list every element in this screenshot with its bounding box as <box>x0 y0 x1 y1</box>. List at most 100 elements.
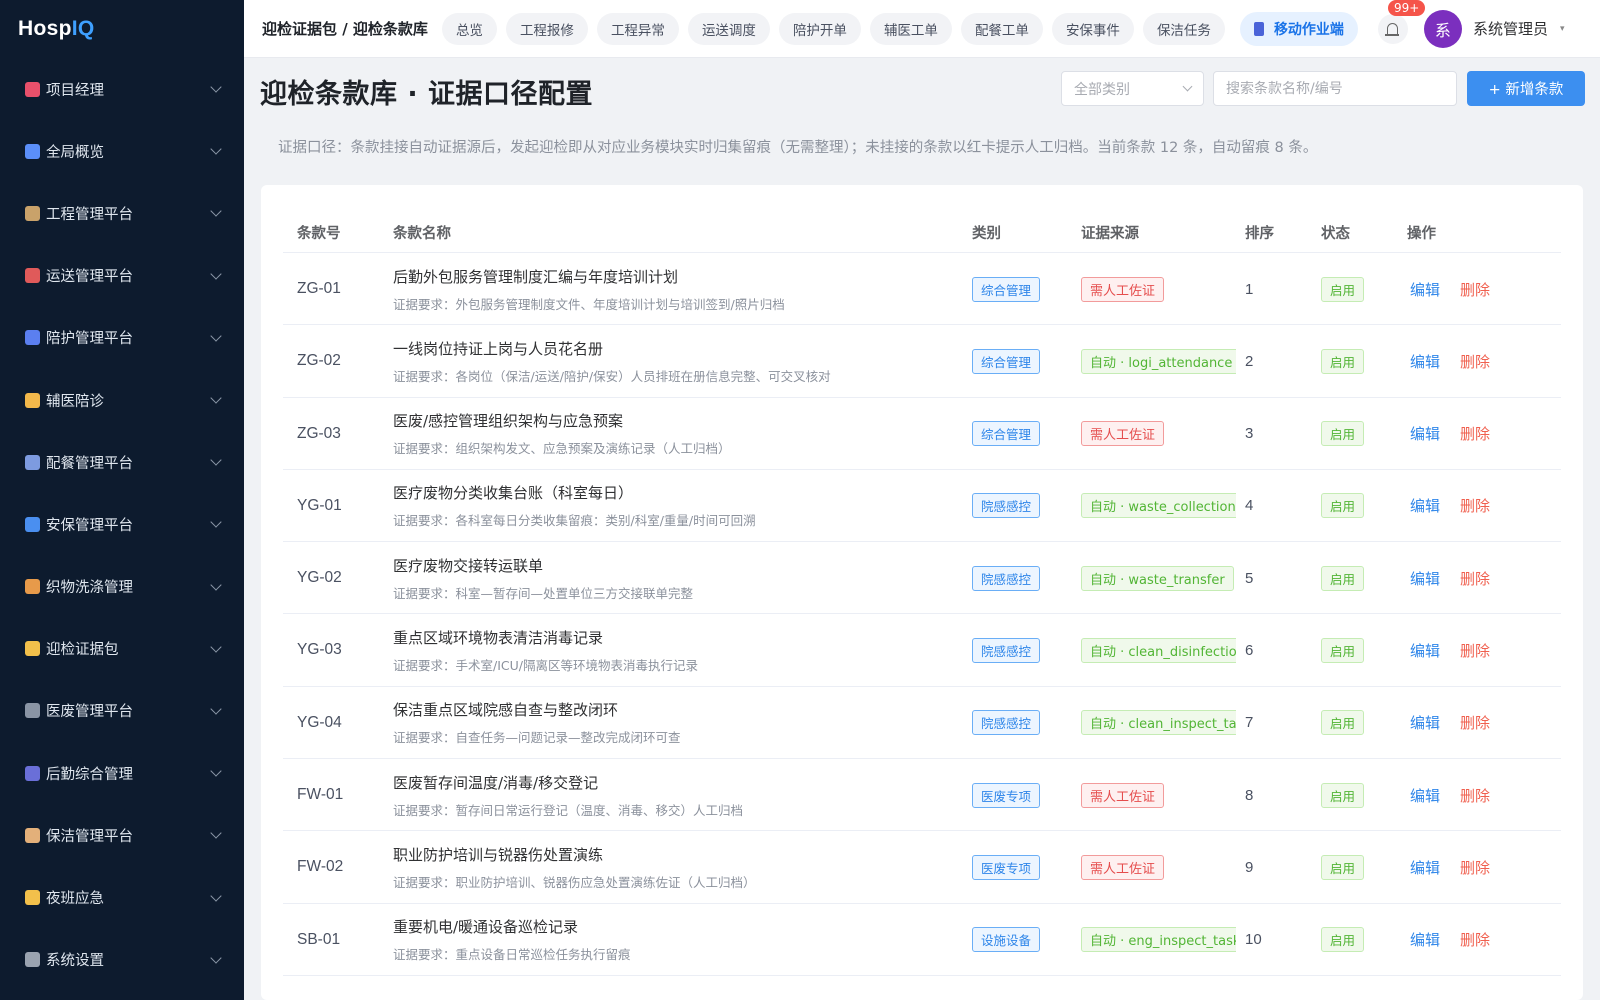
clause-name-cell: 医废暂存间温度/消毒/移交登记 证据要求：暂存间日常运行登记（温度、消毒、移交）人… <box>393 759 743 831</box>
chevron-down-icon <box>210 454 222 466</box>
status-badge[interactable]: 启用 <box>1321 276 1365 302</box>
edit-button[interactable]: 编辑 <box>1410 904 1440 976</box>
sort-order: 5 <box>1245 569 1254 587</box>
header-tab[interactable]: 工程异常 <box>596 12 679 45</box>
sidebar-item[interactable]: 配餐管理平台 <box>0 431 244 493</box>
status-badge[interactable]: 启用 <box>1321 710 1365 736</box>
chevron-down-icon <box>210 827 222 840</box>
sidebar-item[interactable]: 项目经理 <box>0 58 244 120</box>
source-cell: 自动 · clean_inspect_task <box>1081 687 1236 759</box>
table-body: ZG-01 后勤外包服务管理制度汇编与年度培训计划 证据要求：外包服务管理制度文件、… <box>283 253 1561 1000</box>
header-tab[interactable]: 总览 <box>441 12 497 45</box>
status-cell: 启用 <box>1321 759 1365 831</box>
clause-code: FW-01 <box>297 786 344 804</box>
header-tab[interactable]: 安保事件 <box>1051 12 1134 45</box>
category-cell: 院感感控 <box>972 687 1041 759</box>
gear-icon <box>25 952 40 968</box>
sidebar-item[interactable]: 安保管理平台 <box>0 493 244 555</box>
status-badge[interactable]: 启用 <box>1321 637 1365 663</box>
search-input[interactable] <box>1213 71 1457 106</box>
header-tab[interactable]: 辅医工单 <box>869 12 952 45</box>
sidebar-item[interactable]: 织物洗涤管理 <box>0 556 244 618</box>
edit-button[interactable]: 编辑 <box>1410 687 1440 759</box>
app-logo[interactable]: Hosp IQ <box>0 0 244 58</box>
user-menu-caret-icon[interactable]: ▾ <box>1560 24 1565 34</box>
status-badge[interactable]: 启用 <box>1321 493 1365 519</box>
sidebar-item[interactable]: 夜班应急 <box>0 866 244 928</box>
sidebar-item[interactable]: 医废管理平台 <box>0 680 244 742</box>
delete-button[interactable]: 删除 <box>1460 614 1490 686</box>
delete-button[interactable]: 删除 <box>1460 831 1490 903</box>
sidebar-item[interactable]: 陪护管理平台 <box>0 307 244 369</box>
source-cell: 自动 · logi_attendance <box>1081 325 1236 397</box>
edit-button[interactable]: 编辑 <box>1410 759 1440 831</box>
sidebar-item-label: 医废管理平台 <box>46 704 133 721</box>
source-cell: 需人工佐证 <box>1081 759 1236 831</box>
avatar[interactable]: 系 <box>1423 9 1462 48</box>
delete-button[interactable]: 删除 <box>1460 904 1490 976</box>
edit-button[interactable]: 编辑 <box>1410 831 1440 903</box>
sidebar-item-label: 夜班应急 <box>46 891 104 908</box>
chevron-down-icon <box>210 952 222 964</box>
header-tab[interactable]: 保洁任务 <box>1142 12 1225 45</box>
edit-button[interactable]: 编辑 <box>1410 542 1440 614</box>
clause-name: 职业防护培训与锐器伤处置演练 <box>393 845 604 864</box>
status-badge[interactable]: 启用 <box>1321 854 1365 880</box>
delete-button[interactable]: 删除 <box>1460 253 1490 325</box>
table-row: 维修工单闭环时效佐证 <box>283 976 1561 1000</box>
delete-button[interactable]: 删除 <box>1460 325 1490 397</box>
notification-button[interactable]: 99+ <box>1377 0 1426 44</box>
add-clause-button[interactable]: + 新增条款 <box>1467 71 1585 106</box>
clause-name-cell: 重要机电/暖通设备巡检记录 证据要求：重点设备日常巡检任务执行留痕 <box>393 904 631 976</box>
mobile-workspace-button[interactable]: 移动作业端 <box>1239 11 1358 46</box>
clause-name: 医疗废物交接转运联单 <box>393 556 544 575</box>
edit-button[interactable]: 编辑 <box>1410 470 1440 542</box>
sidebar-item[interactable]: 运送管理平台 <box>0 245 244 307</box>
sidebar-item[interactable]: 全局概览 <box>0 120 244 182</box>
chevron-down-icon <box>210 889 222 902</box>
delete-button[interactable]: 删除 <box>1460 398 1490 470</box>
edit-button[interactable]: 编辑 <box>1410 398 1440 470</box>
category-cell: 综合管理 <box>972 398 1041 470</box>
edit-button[interactable]: 编辑 <box>1410 614 1440 686</box>
username[interactable]: 系统管理员 <box>1473 18 1548 39</box>
delete-button[interactable]: 删除 <box>1460 759 1490 831</box>
sidebar-item[interactable]: 辅医陪诊 <box>0 369 244 431</box>
chevron-down-icon <box>210 267 222 280</box>
sidebar-item[interactable]: 工程管理平台 <box>0 182 244 244</box>
category-tag: 院感感控 <box>972 637 1041 663</box>
delete-button[interactable]: 删除 <box>1460 687 1490 759</box>
sort-order: 6 <box>1245 641 1254 659</box>
clause-name-cell: 医疗废物分类收集台账（科室每日） 证据要求：各科室每日分类收集留痕：类别/科室/重… <box>393 470 756 542</box>
status-badge[interactable]: 启用 <box>1321 421 1365 447</box>
status-badge[interactable]: 启用 <box>1321 927 1365 953</box>
sidebar-item-label: 辅医陪诊 <box>46 393 104 410</box>
header-tab[interactable]: 陪护开单 <box>778 12 861 45</box>
table-row: YG-02 医疗废物交接转运联单 证据要求：科室—暂存间—处置单位三方交接联单完整 院… <box>283 542 1561 615</box>
category-select[interactable]: 全部类别 <box>1061 71 1204 106</box>
delete-button[interactable]: 删除 <box>1460 542 1490 614</box>
sidebar-item[interactable]: 迎检证据包 <box>0 618 244 680</box>
header-tab[interactable]: 工程报修 <box>505 12 588 45</box>
edit-button[interactable]: 编辑 <box>1410 253 1440 325</box>
category-tag: 综合管理 <box>972 421 1041 447</box>
col-actions: 操作 <box>1407 225 1436 242</box>
header-tab[interactable]: 配餐工单 <box>960 12 1043 45</box>
sidebar-item-label: 陪护管理平台 <box>46 331 133 348</box>
source-cell: 需人工佐证 <box>1081 398 1236 470</box>
sidebar-item[interactable]: 系统设置 <box>0 929 244 991</box>
sidebar-item[interactable]: 后勤综合管理 <box>0 742 244 804</box>
delete-button[interactable]: 删除 <box>1460 470 1490 542</box>
clause-name-cell: 医废/感控管理组织架构与应急预案 证据要求：组织架构发文、应急预案及演练记录（人工… <box>393 398 731 470</box>
sidebar-item[interactable]: 保洁管理平台 <box>0 804 244 866</box>
table-row: YG-03 重点区域环境物表清洁消毒记录 证据要求：手术室/ICU/隔离区等环境物表… <box>283 614 1561 687</box>
header-tab[interactable]: 运送调度 <box>687 12 770 45</box>
category-cell: 院感感控 <box>972 542 1041 614</box>
status-badge[interactable]: 启用 <box>1321 565 1365 591</box>
status-badge[interactable]: 启用 <box>1321 782 1365 808</box>
status-badge[interactable]: 启用 <box>1321 348 1365 374</box>
clause-name: 后勤外包服务管理制度汇编与年度培训计划 <box>393 267 679 286</box>
sort-order: 8 <box>1245 786 1254 804</box>
source-tag: 自动 · logi_attendance <box>1081 348 1236 374</box>
edit-button[interactable]: 编辑 <box>1410 325 1440 397</box>
